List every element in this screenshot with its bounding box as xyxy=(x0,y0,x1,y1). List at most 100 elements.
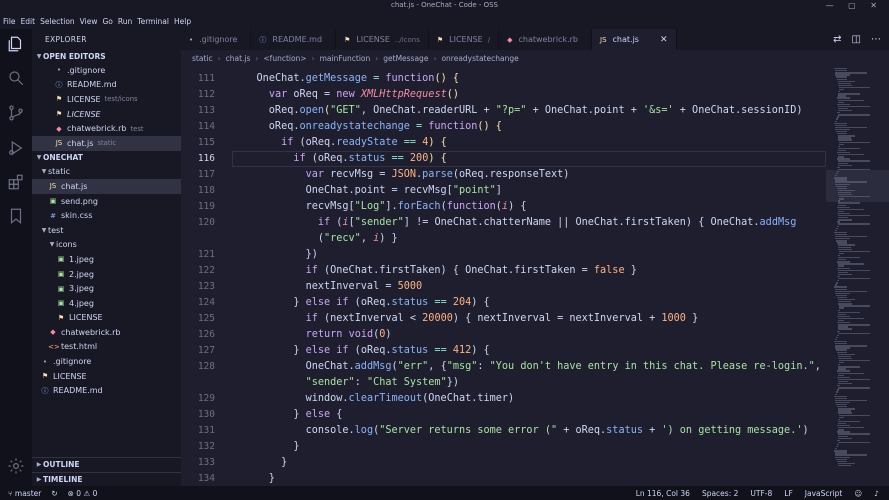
code-line[interactable]: 115 if (oReq.readyState == 4) { xyxy=(181,135,826,151)
compare-icon[interactable]: ⇄ xyxy=(833,34,841,45)
tree-file[interactable]: ▣ 1.jpeg xyxy=(32,252,181,267)
code-line[interactable]: 129 window.clearTimeout(OneChat.timer) xyxy=(181,391,826,407)
more-actions-icon[interactable]: ⋯ xyxy=(871,34,881,45)
tab-chat-js[interactable]: JS chat.js ✕ xyxy=(592,29,677,50)
code-line[interactable]: 111 OneChat.getMessage = function() { xyxy=(181,71,826,87)
source-control-icon[interactable] xyxy=(7,104,25,122)
code-line[interactable]: 120 if (i["sender"] != OneChat.chatterNa… xyxy=(181,215,826,231)
code-line[interactable]: 132 } xyxy=(181,439,826,455)
run-debug-icon[interactable] xyxy=(7,139,25,157)
code-line[interactable]: 127 } else if (oReq.status == 412) { xyxy=(181,343,826,359)
gear-icon[interactable] xyxy=(7,457,25,475)
code-line[interactable]: 134 } xyxy=(181,471,826,486)
breadcrumb-item[interactable]: static xyxy=(192,54,213,63)
tree-file[interactable]: ▣ 2.jpeg xyxy=(32,267,181,282)
menu-item-view[interactable]: View xyxy=(80,17,98,26)
tree-file[interactable]: ⚑ LICENSE xyxy=(32,311,181,326)
code-editor[interactable]: 111 OneChat.getMessage = function() {112… xyxy=(181,66,826,486)
tree-file[interactable]: <> test.html xyxy=(32,340,181,355)
branch-item[interactable]: ⑂ master xyxy=(8,489,41,498)
open-editor-item[interactable]: ◆ chatwebrick.rb test xyxy=(32,121,181,136)
menu-item-file[interactable]: File xyxy=(3,17,16,26)
code-line[interactable]: 118 OneChat.point = recvMsg["point"] xyxy=(181,183,826,199)
tab-license[interactable]: ⚑ LICENSE ../icons xyxy=(336,29,429,50)
breadcrumb-item[interactable]: mainFunction xyxy=(320,54,371,63)
timeline-section[interactable]: ▶ TIMELINE xyxy=(32,472,181,486)
code-line[interactable]: 133 } xyxy=(181,455,826,471)
code-token: clearTimeout xyxy=(348,393,423,404)
open-editor-item[interactable]: • .gitignore xyxy=(32,63,181,78)
menu-item-run[interactable]: Run xyxy=(118,17,132,26)
open-editors-section[interactable]: ▼ OPEN EDITORS xyxy=(32,49,181,63)
breadcrumb-item[interactable]: chat.js xyxy=(226,54,251,63)
code-line[interactable]: 117 var recvMsg = JSON.parse(oReq.respon… xyxy=(181,167,826,183)
tab-license[interactable]: ⚑ LICENSE / xyxy=(429,29,500,50)
code-line[interactable]: "sender": "Chat System"}) xyxy=(181,375,826,391)
code-line[interactable]: 121 }) xyxy=(181,247,826,263)
open-editor-item[interactable]: ⚑ LICENSE xyxy=(32,107,181,122)
search-icon[interactable] xyxy=(7,69,25,87)
code-text: var oReq = new XMLHttpRequest() xyxy=(232,87,459,103)
problems-indicator[interactable]: ⊗ 0 ⚠ 0 xyxy=(68,489,98,498)
code-line[interactable]: 112 var oReq = new XMLHttpRequest() xyxy=(181,87,826,103)
bookmark-icon[interactable] xyxy=(7,207,25,225)
line-number: 125 xyxy=(197,313,215,324)
line-ending[interactable]: LF xyxy=(784,489,793,498)
language-mode[interactable]: JavaScript xyxy=(805,489,843,498)
code-line[interactable]: 114 oReq.onreadystatechange = function()… xyxy=(181,119,826,135)
tree-file[interactable]: ▣ 3.jpeg xyxy=(32,281,181,296)
cursor-position[interactable]: Ln 116, Col 36 xyxy=(636,489,690,498)
split-editor-icon[interactable]: ◫ xyxy=(852,34,861,45)
window-controls[interactable]: — ▢ ✕ xyxy=(826,1,883,10)
encoding[interactable]: UTF-8 xyxy=(750,489,772,498)
open-editor-item[interactable]: ⚑ LICENSE test/icons xyxy=(32,92,181,107)
menu-item-edit[interactable]: Edit xyxy=(21,17,36,26)
tree-file[interactable]: # skin.css xyxy=(32,208,181,223)
code-line[interactable]: ("recv", i) } xyxy=(181,231,826,247)
notifications-icon[interactable]: ♪ xyxy=(874,489,879,498)
open-editor-item[interactable]: JS chat.js static xyxy=(32,135,181,151)
tab-readme-md[interactable]: ⓘ README.md xyxy=(251,29,337,50)
tree-file[interactable]: • .gitignore xyxy=(32,354,181,369)
tab-chatwebrick-rb[interactable]: ◆ chatwebrick.rb xyxy=(499,29,592,50)
tree-file[interactable]: ◆ chatwebrick.rb xyxy=(32,325,181,340)
menu-item-selection[interactable]: Selection xyxy=(40,17,75,26)
tree-folder[interactable]: ▼ test xyxy=(32,223,181,238)
tree-folder[interactable]: ▼ static xyxy=(32,165,181,180)
code-line[interactable]: 116 if (oReq.status == 200) { xyxy=(181,151,826,167)
sync-icon[interactable]: ↻ xyxy=(51,489,57,498)
menu-item-terminal[interactable]: Terminal xyxy=(137,17,169,26)
code-line[interactable]: 131 console.log("Server returns some err… xyxy=(181,423,826,439)
tree-file[interactable]: ▣ send.png xyxy=(32,194,181,209)
code-line[interactable]: 128 OneChat.addMsg("err", {"msg": "You d… xyxy=(181,359,826,375)
minimap[interactable] xyxy=(826,66,889,486)
code-line[interactable]: 122 if (OneChat.firstTaken) { OneChat.fi… xyxy=(181,263,826,279)
outline-section[interactable]: ▶ OUTLINE xyxy=(32,457,181,471)
feedback-icon[interactable]: ☺ xyxy=(854,489,862,498)
breadcrumb-item[interactable]: getMessage xyxy=(383,54,428,63)
tab--gitignore[interactable]: • .gitignore xyxy=(181,29,252,50)
explorer-icon[interactable] xyxy=(7,35,25,53)
code-line[interactable]: 124 } else if (oReq.status == 204) { xyxy=(181,295,826,311)
menu-item-go[interactable]: Go xyxy=(102,17,112,26)
tree-folder[interactable]: ▼ icons xyxy=(32,238,181,253)
code-token: 5000 xyxy=(397,281,423,292)
project-section[interactable]: ▼ ONECHAT xyxy=(32,151,181,165)
extensions-icon[interactable] xyxy=(7,173,25,191)
indentation[interactable]: Spaces: 2 xyxy=(702,489,738,498)
tree-file[interactable]: ⚑ LICENSE xyxy=(32,369,181,384)
tree-file[interactable]: JS chat.js xyxy=(32,179,181,194)
code-line[interactable]: 123 nextInverval = 5000 xyxy=(181,279,826,295)
menu-item-help[interactable]: Help xyxy=(174,17,191,26)
code-line[interactable]: 126 return void(0) xyxy=(181,327,826,343)
tree-file[interactable]: ▣ 4.jpeg xyxy=(32,296,181,311)
code-line[interactable]: 119 recvMsg["Log"].forEach(function(i) { xyxy=(181,199,826,215)
code-line[interactable]: 125 if (nextInverval < 20000) { nextInve… xyxy=(181,311,826,327)
tree-file[interactable]: ⓘ README.md xyxy=(32,383,181,398)
open-editor-item[interactable]: ⓘ README.md xyxy=(32,78,181,93)
breadcrumb-item[interactable]: onreadystatechange xyxy=(441,54,518,63)
breadcrumb-item[interactable]: <function> xyxy=(263,54,306,63)
code-line[interactable]: 113 oReq.open("GET", OneChat.readerURL +… xyxy=(181,103,826,119)
code-line[interactable]: 130 } else { xyxy=(181,407,826,423)
close-icon[interactable]: ✕ xyxy=(660,35,668,45)
